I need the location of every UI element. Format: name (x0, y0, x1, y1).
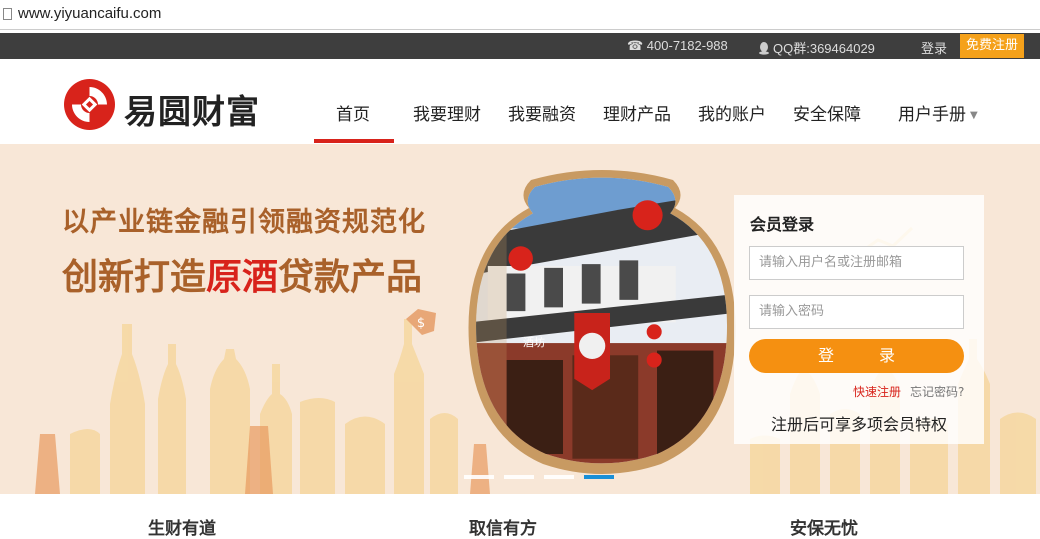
slide-dot-1[interactable] (464, 475, 494, 479)
nav-financing[interactable]: 我要融资 (508, 100, 576, 125)
slide-dot-4-active[interactable] (584, 475, 614, 479)
page-icon (3, 8, 12, 20)
shop-sign-text: 酒坊 (523, 335, 545, 349)
password-input[interactable]: 请输入密码 (749, 295, 964, 329)
section-title-3: 安保无忧 (790, 519, 858, 539)
slide-dot-2[interactable] (504, 475, 534, 479)
qq-group: QQ群:369464029 (757, 38, 875, 57)
login-panel-title: 会员登录 (750, 215, 815, 234)
nav-user-manual[interactable]: 用户手册 ▼ (898, 100, 978, 125)
member-benefits-text: 注册后可享多项会员特权 (771, 415, 948, 434)
price-tag-icon: $ (406, 309, 436, 335)
username-input[interactable]: 请输入用户名或注册邮箱 (749, 246, 964, 280)
slogan-line-2-highlight: 原酒 (206, 257, 279, 298)
slogan-line-2: 创新打造原酒贷款产品 (62, 248, 422, 300)
top-bar: ☎ 400-7182-988 QQ群:369464029 登录 免费注册 (0, 33, 1040, 59)
nav-home[interactable]: 首页 (336, 100, 370, 125)
address-bar[interactable]: www.yiyuancaifu.com (0, 0, 1040, 30)
winery-photo: 酒坊 (468, 170, 736, 474)
site-header: 易圆财富 首页 我要理财 我要融资 理财产品 我的账户 安全保障 用户手册 ▼ (0, 59, 1040, 144)
login-submit-button[interactable]: 登 录 (749, 339, 964, 373)
nav-my-account[interactable]: 我的账户 (698, 100, 766, 125)
logo-icon[interactable] (64, 79, 115, 130)
slogan-line-2-a: 创新打造 (62, 257, 207, 298)
feature-sections: 生财有道 取信有方 安保无忧 (0, 494, 1040, 539)
svg-text:$: $ (417, 316, 425, 331)
nav-invest[interactable]: 我要理财 (413, 100, 481, 125)
section-title-1: 生财有道 (148, 519, 216, 539)
dropdown-caret-icon: ▼ (970, 110, 978, 121)
active-nav-indicator (314, 139, 394, 143)
nav-user-manual-label: 用户手册 (898, 105, 966, 125)
member-login-panel: 会员登录 请输入用户名或注册邮箱 请输入密码 登 录 快速注册 忘记密码? 注册… (734, 195, 984, 444)
forgot-password-link[interactable]: 忘记密码? (910, 383, 964, 400)
free-register-button[interactable]: 免费注册 (960, 34, 1024, 58)
qq-group-text: QQ群:369464029 (773, 41, 875, 56)
hero-banner: 以产业链金融引领融资规范化 创新打造原酒贷款产品 $ 酒坊 会员登录 请输入用户… (0, 144, 1040, 494)
slogan-line-1: 以产业链金融引领融资规范化 (62, 207, 426, 238)
url-text[interactable]: www.yiyuancaifu.com (18, 5, 161, 22)
section-title-2: 取信有方 (469, 519, 537, 539)
phone-number: ☎ 400-7182-988 (627, 38, 728, 53)
top-login-link[interactable]: 登录 (921, 38, 947, 57)
qq-penguin-icon (759, 42, 769, 55)
nav-products[interactable]: 理财产品 (603, 100, 671, 125)
quick-register-link[interactable]: 快速注册 (853, 383, 901, 400)
slogan-line-2-c: 贷款产品 (278, 257, 423, 298)
slide-dot-3[interactable] (544, 475, 574, 479)
logo-text[interactable]: 易圆财富 (124, 85, 260, 133)
nav-security[interactable]: 安全保障 (793, 100, 861, 125)
